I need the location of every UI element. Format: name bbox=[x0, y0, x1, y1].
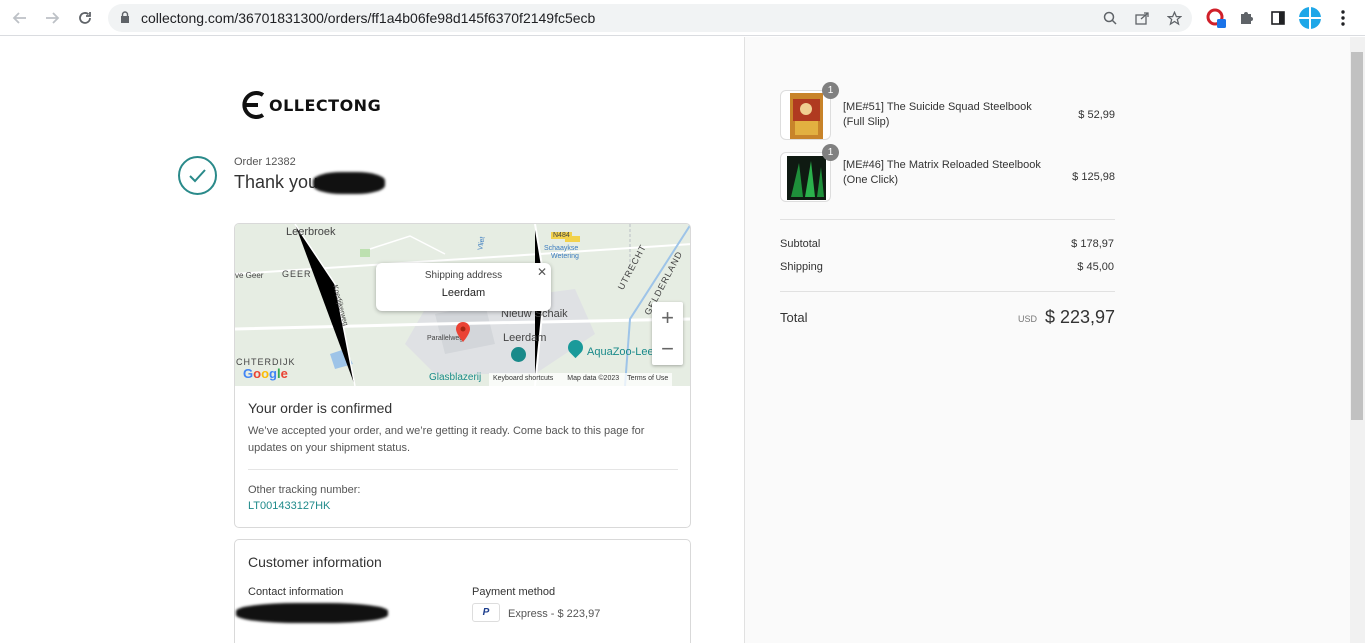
zoom-out-button[interactable]: − bbox=[652, 333, 683, 364]
product-price: $ 125,98 bbox=[1072, 171, 1115, 183]
map-data-text: Map data ©2023 bbox=[567, 375, 620, 382]
url-text[interactable]: collectong.com/36701831300/orders/ff1a4b… bbox=[141, 10, 595, 26]
shipping-map[interactable]: Leerbroek ve Geer GEER N484 Schaaykse We… bbox=[235, 224, 690, 386]
confirmation-text: We’ve accepted your order, and we’re get… bbox=[248, 425, 645, 454]
museum-icon bbox=[511, 347, 526, 362]
popup-address: Leerdam bbox=[441, 287, 486, 299]
store-logo[interactable]: OLLECTONG bbox=[241, 88, 381, 122]
browser-toolbar: collectong.com/36701831300/orders/ff1a4b… bbox=[0, 0, 1365, 36]
customer-info-card: Customer information Contact information… bbox=[234, 539, 691, 643]
address-bar[interactable]: collectong.com/36701831300/orders/ff1a4b… bbox=[108, 4, 1192, 32]
thank-you-heading: Thank you bbox=[234, 172, 319, 192]
confirmation-title: Your order is confirmed bbox=[248, 400, 393, 416]
map-label-aquazoo: AquaZoo-Lee bbox=[587, 346, 654, 358]
payment-method-label: Payment method bbox=[472, 586, 556, 598]
order-summary: 1 [ME#51] The Suicide Squad Steelbook (F… bbox=[744, 37, 1350, 643]
map-label-leerbroek: Leerbroek bbox=[286, 226, 336, 238]
product-price: $ 52,99 bbox=[1078, 109, 1115, 121]
share-icon[interactable] bbox=[1132, 8, 1152, 28]
map-label-schaaykse: Schaaykse bbox=[544, 245, 579, 252]
contact-info-label: Contact information bbox=[248, 586, 344, 598]
map-pin-icon[interactable] bbox=[455, 322, 471, 347]
map-footer: Keyboard shortcuts Map data ©2023 Terms … bbox=[489, 373, 673, 386]
payment-method-value: Express - $ 223,97 bbox=[508, 608, 601, 620]
map-label-glasblazerij: Glasblazerij bbox=[429, 372, 482, 383]
divider bbox=[780, 291, 1115, 292]
profile-icon[interactable] bbox=[1298, 6, 1322, 30]
close-icon[interactable]: ✕ bbox=[537, 265, 547, 279]
forward-icon[interactable] bbox=[40, 6, 64, 30]
subtotal-label: Subtotal bbox=[780, 238, 821, 250]
paypal-icon: P bbox=[472, 603, 500, 622]
logo-mark-icon bbox=[242, 91, 265, 119]
map-label-ve-geer: ve Geer bbox=[235, 271, 264, 280]
zoom-in-button[interactable]: + bbox=[652, 302, 683, 333]
order-status-card: Leerbroek ve Geer GEER N484 Schaaykse We… bbox=[234, 223, 691, 528]
google-logo: Google bbox=[243, 366, 288, 381]
terms-link[interactable]: Terms of Use bbox=[627, 375, 668, 382]
product-name: [ME#51] The Suicide Squad Steelbook (Ful… bbox=[843, 101, 1032, 128]
map-label-wetering: Wetering bbox=[551, 253, 579, 260]
product-name: [ME#46] The Matrix Reloaded Steelbook (O… bbox=[843, 159, 1041, 186]
tracking-label: Other tracking number: bbox=[248, 484, 361, 496]
sidepanel-icon[interactable] bbox=[1266, 6, 1290, 30]
popup-title: Shipping address bbox=[424, 270, 503, 281]
extension-icon[interactable] bbox=[1204, 6, 1228, 30]
star-icon[interactable] bbox=[1164, 8, 1184, 28]
shipping-label: Shipping bbox=[780, 261, 823, 273]
map-label-leerdam: Leerdam bbox=[503, 332, 547, 344]
total-label: Total bbox=[780, 310, 808, 325]
product-thumbnail bbox=[780, 90, 831, 140]
line-item: 1 [ME#51] The Suicide Squad Steelbook (F… bbox=[780, 82, 1115, 140]
redacted-contact bbox=[236, 603, 388, 623]
puzzle-icon[interactable] bbox=[1235, 6, 1259, 30]
reload-icon[interactable] bbox=[73, 6, 97, 30]
divider bbox=[780, 219, 1115, 220]
zoom-icon[interactable] bbox=[1100, 8, 1120, 28]
shipping-address-popup: Shipping address Leerdam ✕ bbox=[376, 263, 551, 311]
subtotal-value: $ 178,97 bbox=[1071, 238, 1114, 250]
line-item: 1 [ME#46] The Matrix Reloaded Steelbook … bbox=[780, 144, 1115, 202]
tracking-number-link[interactable]: LT001433127HK bbox=[248, 500, 330, 512]
logo-text: OLLECTONG bbox=[269, 95, 382, 115]
map-label-n484: N484 bbox=[551, 232, 572, 239]
keyboard-shortcuts-link[interactable]: Keyboard shortcuts bbox=[493, 375, 553, 382]
menu-icon[interactable] bbox=[1331, 6, 1355, 30]
redacted-name bbox=[313, 172, 385, 194]
currency-code: USD bbox=[1018, 314, 1038, 324]
back-icon[interactable] bbox=[8, 6, 32, 30]
confirmed-check-icon bbox=[178, 156, 217, 195]
total-value: $ 223,97 bbox=[1045, 307, 1116, 327]
product-thumbnail bbox=[780, 152, 831, 202]
map-label-geer: GEER bbox=[282, 269, 312, 279]
divider bbox=[248, 469, 678, 470]
zoom-controls: + − bbox=[652, 302, 683, 365]
lock-icon[interactable] bbox=[120, 11, 130, 24]
shipping-value: $ 45,00 bbox=[1077, 261, 1114, 273]
customer-info-title: Customer information bbox=[248, 554, 382, 570]
scrollbar-thumb[interactable] bbox=[1351, 52, 1363, 420]
quantity-badge: 1 bbox=[822, 144, 839, 161]
order-number: Order 12382 bbox=[234, 156, 296, 168]
quantity-badge: 1 bbox=[822, 82, 839, 99]
